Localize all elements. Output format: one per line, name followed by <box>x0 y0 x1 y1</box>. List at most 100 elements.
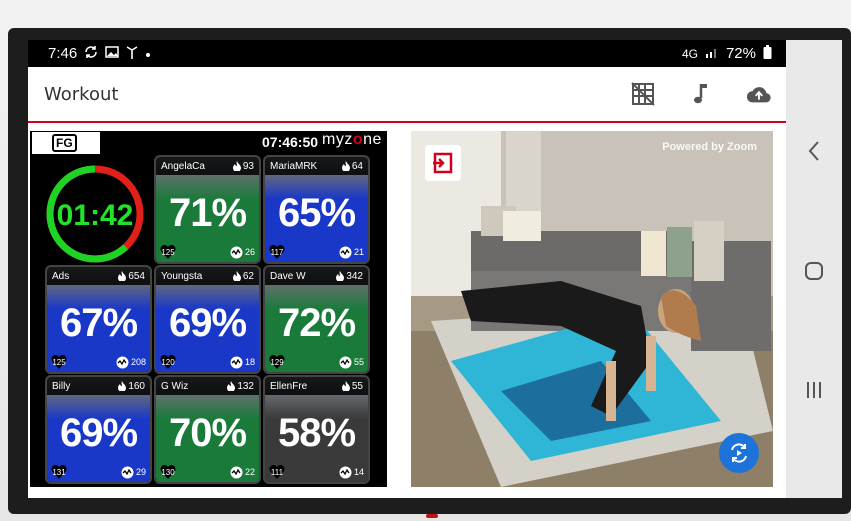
tile-header: MariaMRK 64 <box>265 157 368 175</box>
gallery-icon <box>105 45 119 62</box>
android-nav-bar <box>786 40 842 498</box>
meps-icon <box>230 356 243 368</box>
tile-footer: 117 21 <box>269 245 364 259</box>
meps-value: 208 <box>130 357 146 367</box>
heart-rate: 117 <box>269 245 285 259</box>
cloud-upload-icon[interactable] <box>746 81 772 107</box>
flame-icon <box>232 271 241 281</box>
effort-percent: 58% <box>277 411 356 455</box>
flame-icon <box>341 161 350 171</box>
tile-footer: 125 208 <box>51 355 146 369</box>
meps: 208 <box>116 356 146 369</box>
calories-value: 64 <box>351 160 363 172</box>
flame-icon <box>118 271 127 281</box>
meps: 22 <box>230 466 255 479</box>
meps-value: 18 <box>244 357 255 367</box>
heart-rate-value: 125 <box>52 357 66 367</box>
notification-dot-icon <box>145 45 151 62</box>
calories: 160 <box>118 381 145 392</box>
calories-value: 160 <box>128 380 145 392</box>
calories: 132 <box>227 381 254 392</box>
tile-header: Billy 160 <box>47 377 150 395</box>
workout-content: FG 07:46:50 myzone 01:42 AngelaCa 93 71% 12… <box>28 125 786 498</box>
participant-tile: Billy 160 69% 131 29 <box>45 375 152 484</box>
tile-footer: 120 18 <box>160 355 255 369</box>
participant-name: G Wiz <box>161 380 189 392</box>
effort-percent: 71% <box>168 191 247 235</box>
heart-rate-value: 117 <box>270 247 284 257</box>
participant-tile: Ads 654 67% 125 208 <box>45 265 152 374</box>
meps: 18 <box>230 356 255 369</box>
battery-percent: 72% <box>725 45 756 62</box>
participant-name: Billy <box>52 380 71 392</box>
meps-icon <box>339 466 352 478</box>
tile-header: G Wiz 132 <box>156 377 259 395</box>
meps-value: 29 <box>135 467 146 477</box>
flame-icon <box>232 161 241 171</box>
myzone-logo: myzone <box>322 131 382 148</box>
tile-footer: 111 14 <box>269 465 364 479</box>
battery-icon <box>763 44 772 63</box>
heart-rate: 131 <box>51 465 67 479</box>
workout-timer: 01:42 <box>40 159 150 269</box>
effort-percent: 70% <box>168 411 247 455</box>
tile-footer: 130 22 <box>160 465 255 479</box>
calories: 93 <box>232 160 254 172</box>
tile-header: Youngsta 62 <box>156 267 259 285</box>
calories: 342 <box>336 271 363 282</box>
video-frame <box>411 131 773 487</box>
meps-value: 14 <box>353 467 364 477</box>
timer-value: 01:42 <box>56 199 134 232</box>
video-feed: Powered by Zoom <box>411 131 773 487</box>
meps-icon <box>339 246 352 258</box>
calories: 62 <box>232 270 254 282</box>
meps: 14 <box>339 466 364 479</box>
calories-value: 55 <box>351 380 363 392</box>
network-type: 4G <box>681 46 698 61</box>
heart-rate: 129 <box>269 355 285 369</box>
participant-tile: MariaMRK 64 65% 117 21 <box>263 155 370 264</box>
heart-rate-value: 111 <box>270 467 284 477</box>
meps-value: 21 <box>353 247 364 257</box>
participant-tile: Youngsta 62 69% 120 18 <box>154 265 261 374</box>
effort-percent: 72% <box>277 301 356 345</box>
myzone-leaderboard: FG 07:46:50 myzone 01:42 AngelaCa 93 71% 12… <box>30 131 387 487</box>
tile-header: AngelaCa 93 <box>156 157 259 175</box>
calories-value: 132 <box>237 380 254 392</box>
meps: 26 <box>230 246 255 259</box>
meps: 21 <box>339 246 364 259</box>
back-icon[interactable] <box>786 140 842 162</box>
antenna-icon <box>126 45 138 63</box>
heart-rate-value: 129 <box>270 357 284 367</box>
meps-value: 22 <box>244 467 255 477</box>
calories: 654 <box>118 271 145 282</box>
sync-icon <box>84 45 98 63</box>
heart-rate-value: 131 <box>52 467 66 477</box>
meps-value: 55 <box>353 357 364 367</box>
effort-percent: 69% <box>168 301 247 345</box>
participant-tile: G Wiz 132 70% 130 22 <box>154 375 261 484</box>
calories-value: 654 <box>128 270 145 282</box>
flame-icon <box>118 381 127 391</box>
participant-tile: AngelaCa 93 71% 125 26 <box>154 155 261 264</box>
flame-icon <box>227 381 236 391</box>
heart-rate: 125 <box>160 245 176 259</box>
switch-camera-icon[interactable] <box>719 433 759 473</box>
music-note-icon[interactable] <box>688 81 714 107</box>
tile-header: Ads 654 <box>47 267 150 285</box>
meps-icon <box>339 356 352 368</box>
page-title: Workout <box>44 83 119 105</box>
app-bar: Workout <box>28 67 786 123</box>
calories: 55 <box>341 380 363 392</box>
calories-value: 93 <box>242 160 254 172</box>
participant-name: MariaMRK <box>270 160 318 172</box>
tile-header: EllenFre 55 <box>265 377 368 395</box>
calories-value: 62 <box>242 270 254 282</box>
recents-icon[interactable] <box>786 380 842 400</box>
grid-off-icon[interactable] <box>630 81 656 107</box>
home-icon[interactable] <box>786 261 842 281</box>
exit-icon[interactable] <box>425 145 461 181</box>
heart-rate: 130 <box>160 465 176 479</box>
effort-percent: 67% <box>59 301 138 345</box>
meps-icon <box>230 246 243 258</box>
